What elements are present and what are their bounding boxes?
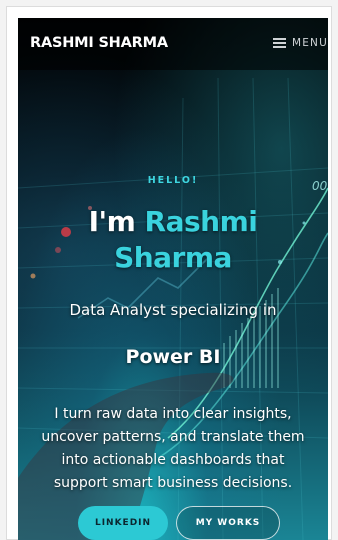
hamburger-icon xyxy=(272,38,286,48)
headline-prefix: I'm xyxy=(88,205,145,238)
hero-tool: Power BI xyxy=(125,346,221,368)
menu-button[interactable]: MENU xyxy=(272,37,328,49)
headline-name-last: Sharma xyxy=(114,241,232,274)
bio-line: I turn raw data into clear insights, xyxy=(54,406,292,422)
bio-line: into actionable dashboards that xyxy=(61,452,285,468)
my-works-button[interactable]: MY WORKS xyxy=(176,506,280,540)
headline-name-first: Rashmi xyxy=(144,205,258,238)
page-viewport: 00 RASHMI SHARMA MENU HELLO! I'm Rashmi … xyxy=(18,18,328,540)
linkedin-button[interactable]: LINKEDIN xyxy=(78,506,168,540)
site-logo-text[interactable]: RASHMI SHARMA xyxy=(30,35,168,51)
bio-line: uncover patterns, and translate them xyxy=(41,429,305,445)
hero-specialty: Data Analyst specializing in xyxy=(69,301,277,319)
bio-line: support smart business decisions. xyxy=(53,475,293,491)
hero-bio: I turn raw data into clear insights, unc… xyxy=(18,403,328,495)
menu-label: MENU xyxy=(291,37,328,49)
hero-greeting: HELLO! xyxy=(147,175,199,186)
hero-headline: I'm Rashmi Sharma xyxy=(18,204,328,276)
site-header: RASHMI SHARMA MENU xyxy=(18,18,328,70)
